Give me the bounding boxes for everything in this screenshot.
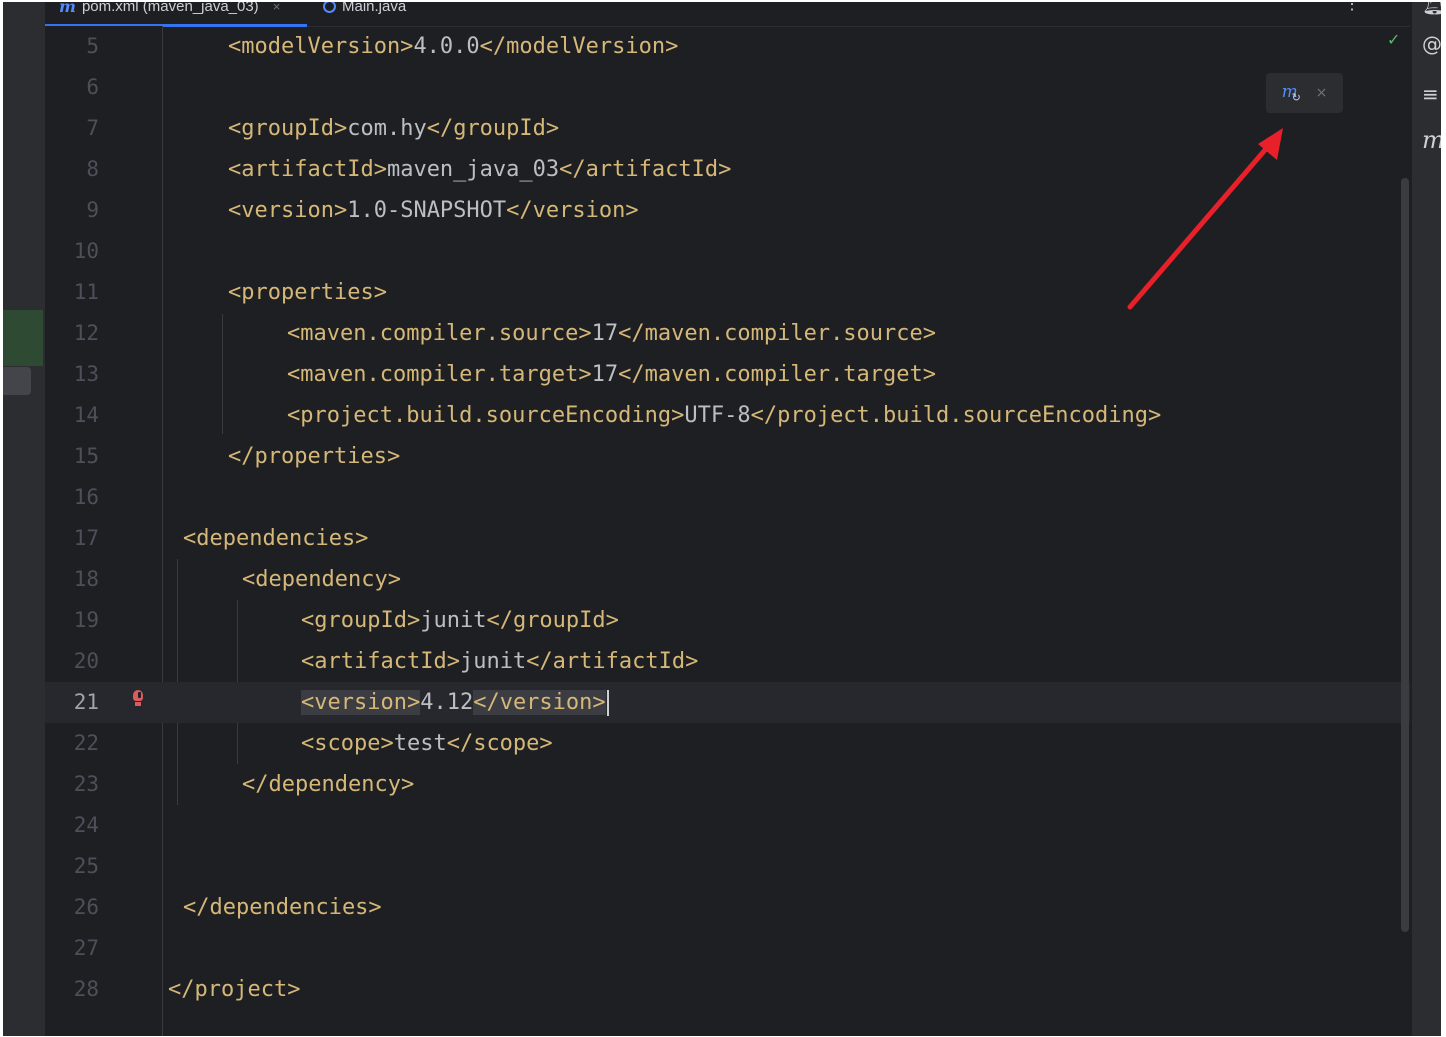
ide-window: m pom.xml (maven_java_03) × Main.java ⋮ … [3, 2, 1441, 1036]
annotation-arrow [1127, 128, 1283, 310]
annotation-arrow-shaft [1127, 140, 1274, 310]
